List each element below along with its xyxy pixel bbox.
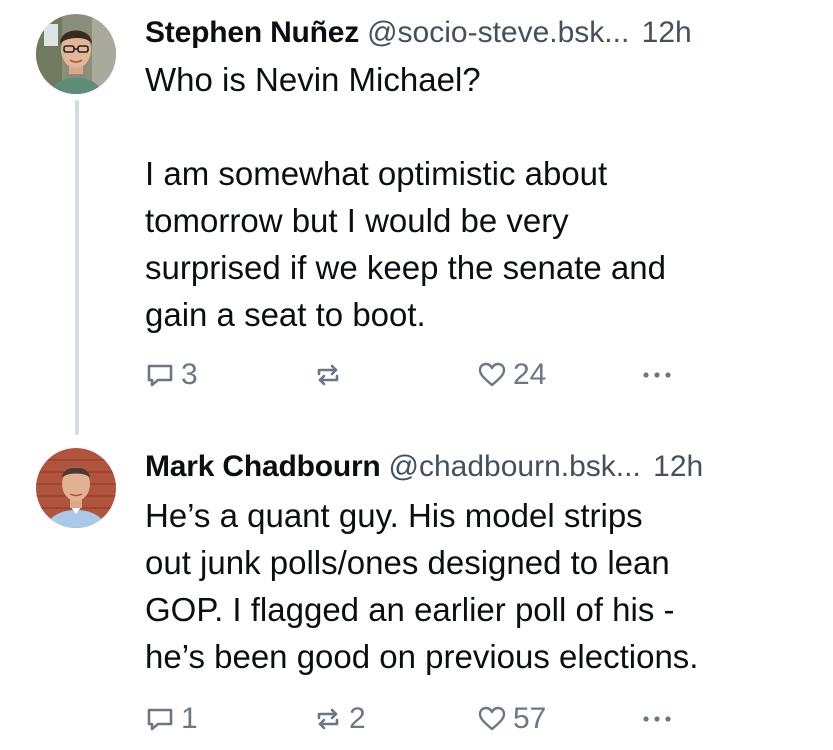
post-actions: 3 24 [145, 355, 705, 395]
like-count: 24 [513, 358, 547, 391]
ellipsis-icon [643, 716, 671, 722]
avatar[interactable] [36, 448, 116, 528]
like-button[interactable]: 57 [477, 699, 546, 739]
heart-icon [478, 362, 506, 387]
post-header: Mark Chadbourn @chadbourn.bsk... 12h [145, 448, 815, 486]
author-handle[interactable]: @chadbourn.bsk... [389, 450, 641, 483]
thread-post[interactable]: Mark Chadbourn @chadbourn.bsk... 12h He’s… [0, 430, 833, 750]
post-text: He’s a quant guy. His model strips out j… [145, 497, 699, 675]
repost-count: 2 [349, 702, 366, 735]
heart-icon [478, 706, 506, 731]
reply-count: 3 [181, 358, 198, 391]
repost-arrows-icon [317, 364, 339, 386]
reply-button[interactable]: 3 [145, 355, 198, 395]
author-handle[interactable]: @socio-steve.bsk... [367, 16, 629, 49]
repost-button[interactable]: 2 [313, 699, 366, 739]
repost-button[interactable] [313, 355, 349, 395]
avatar-photo-icon [36, 448, 116, 528]
more-options-button[interactable] [640, 699, 674, 739]
post-actions: 1 2 57 [145, 699, 705, 739]
avatar[interactable] [36, 14, 116, 94]
speech-bubble-icon [147, 364, 173, 387]
post-timestamp[interactable]: 12h [653, 450, 703, 483]
reply-count: 1 [181, 702, 198, 735]
post-timestamp[interactable]: 12h [642, 16, 692, 49]
like-count: 57 [513, 702, 547, 735]
ellipsis-icon [643, 372, 671, 378]
reply-button[interactable]: 1 [145, 699, 198, 739]
author-name[interactable]: Mark Chadbourn [145, 450, 381, 483]
repost-arrows-icon [317, 708, 339, 730]
author-name[interactable]: Stephen Nuñez [145, 16, 359, 49]
post-text: Who is Nevin Michael? I am somewhat opti… [145, 61, 666, 333]
post-header: Stephen Nuñez @socio-steve.bsk... 12h [145, 14, 815, 52]
thread-post[interactable]: Stephen Nuñez @socio-steve.bsk... 12h Who… [0, 0, 833, 430]
avatar-photo-icon [36, 14, 116, 94]
like-button[interactable]: 24 [477, 355, 546, 395]
speech-bubble-icon [147, 708, 173, 731]
more-options-button[interactable] [640, 355, 674, 395]
